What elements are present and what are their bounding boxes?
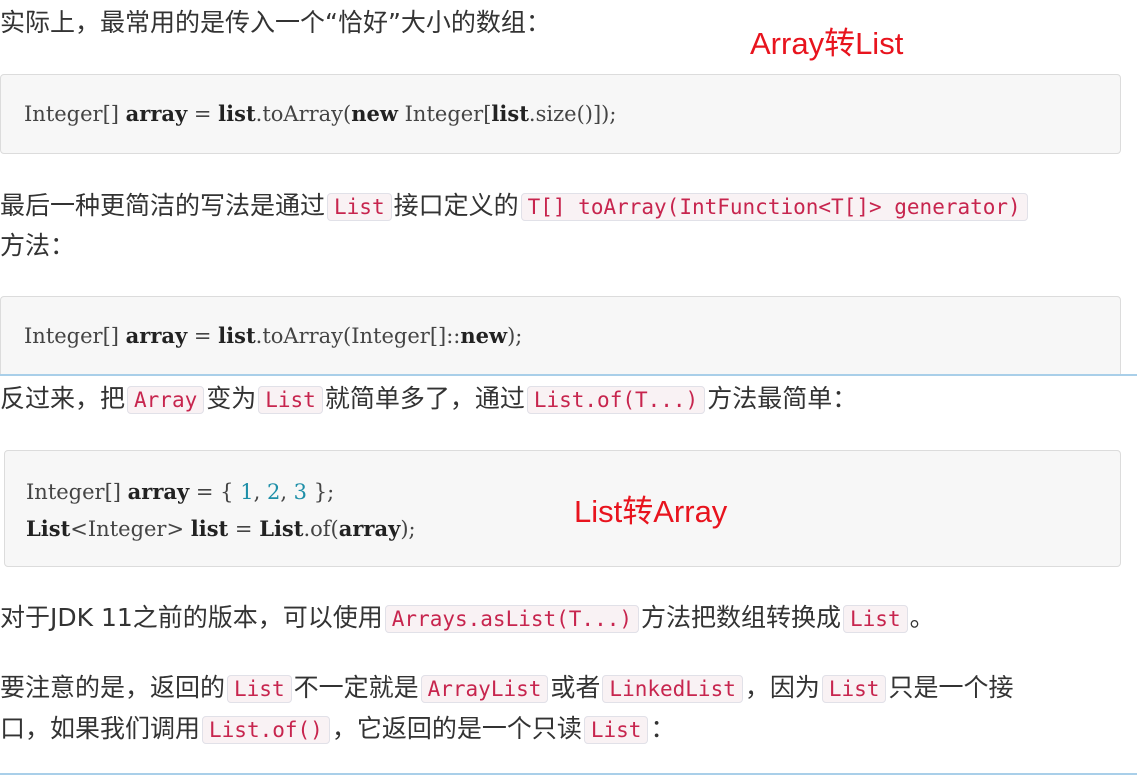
code-line: Integer[] array = list.toArray(Integer[]…	[24, 323, 523, 348]
code-block-toarray-method-ref: Integer[] array = list.toArray(Integer[]…	[0, 296, 1121, 375]
inline-code-list-of-empty: List.of()	[202, 716, 330, 744]
inline-code-list: List	[258, 386, 323, 414]
inline-code-list: List	[583, 716, 649, 744]
inline-code-arraylist: ArrayList	[420, 675, 549, 703]
inline-code-list-of: List.of(T...)	[526, 386, 706, 414]
bottom-divider	[0, 773, 1137, 775]
inline-code-list: List	[821, 675, 887, 703]
inline-code-array: Array	[127, 386, 205, 414]
code-block-list-of: Integer[] array = { 1, 2, 3 }; List<Inte…	[4, 450, 1121, 567]
paragraph-text: 实际上，最常用的是传入一个“恰好”大小的数组：	[0, 8, 551, 37]
code-line-1: Integer[] array = { 1, 2, 3 };	[26, 479, 335, 504]
inline-code-linkedlist: LinkedList	[602, 675, 743, 703]
code-line: Integer[] array = list.toArray(new Integ…	[24, 101, 617, 126]
paragraph-toarray-generator-line2: 方法：	[0, 231, 76, 260]
paragraph-readonly-note: 要注意的是，返回的 List 不一定就是 ArrayList 或者 LinkedList，…	[0, 673, 1014, 703]
bottom-section: 反过来，把 Array 变为 List 就简单多了，通过 List.of(T...) 方法最…	[0, 376, 1137, 778]
inline-code-list: List	[227, 675, 292, 703]
top-section: 实际上，最常用的是传入一个“恰好”大小的数组： Array转List Integ…	[0, 0, 1137, 375]
paragraph-readonly-note-line2: 口，如果我们调用 List.of() ，它返回的是一个只读 List：	[0, 714, 676, 744]
code-block-toarray-sized: Integer[] array = list.toArray(new Integ…	[0, 74, 1121, 154]
paragraph-toarray-generator: 最后一种更简洁的写法是通过 List 接口定义的 T[] toArray(IntFun…	[0, 186, 1030, 227]
paragraph-array-to-list-intro: 实际上，最常用的是传入一个“恰好”大小的数组：	[0, 3, 551, 43]
paragraph-arrays-aslist: 对于JDK 11之前的版本，可以使用 Arrays.asList(T...) 方法把…	[0, 603, 935, 633]
inline-code-list: List	[327, 193, 392, 221]
code-line-2: List<Integer> list = List.of(array);	[26, 516, 416, 541]
inline-code-arrays-aslist: Arrays.asList(T...)	[384, 605, 639, 633]
annotation-array-to-list: Array转List	[750, 26, 904, 61]
inline-code-toarray-signature: T[] toArray(IntFunction<T[]> generator)	[520, 193, 1028, 221]
paragraph-list-of: 反过来，把 Array 变为 List 就简单多了，通过 List.of(T...) 方法最…	[0, 384, 858, 414]
inline-code-list: List	[843, 605, 908, 633]
annotation-list-to-array: List转Array	[574, 494, 728, 529]
